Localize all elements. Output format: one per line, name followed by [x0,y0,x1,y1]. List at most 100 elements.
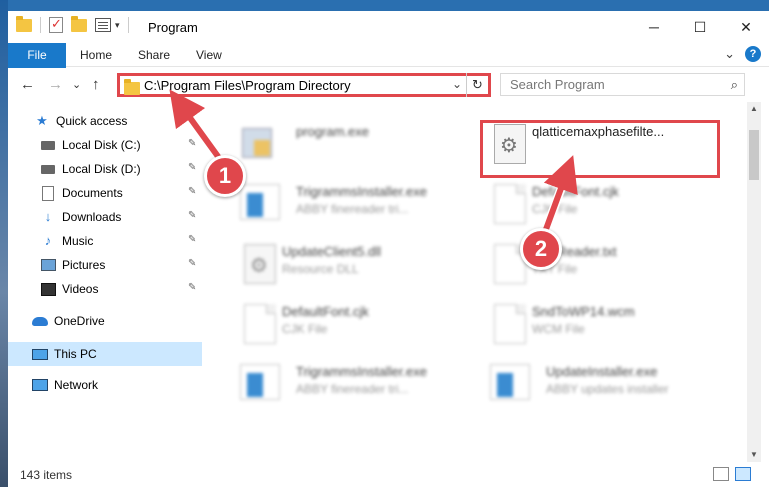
up-arrow-icon[interactable]: ↑ [92,76,100,93]
window-title: Program [148,20,198,35]
tab-home[interactable]: Home [68,43,124,67]
search-box[interactable]: ⌕ [500,73,745,96]
file-item[interactable]: UpdateInstaller.exe ABBY updates install… [480,358,720,414]
address-dropdown-chevron-icon[interactable]: ⌄ [452,77,462,91]
maximize-button[interactable]: ☐ [677,11,723,43]
properties-icon[interactable] [95,18,111,32]
file-item[interactable]: SndToWP14.wcm WCM File [480,298,720,354]
file-name: UpdateInstaller.exe [546,364,658,379]
file-description: WCM File [532,322,585,336]
file-name: DefaultFont.cjk [282,304,369,319]
scroll-down-icon[interactable]: ▼ [747,448,761,462]
drive-icon [40,137,56,153]
sidebar-item-label: Music [62,234,94,248]
sidebar-item-music[interactable]: ♪ Music [40,230,200,252]
installer-icon [490,364,530,408]
expand-ribbon-icon[interactable]: ⌄ [724,46,735,62]
navigation-pane: ★ Quick access Local Disk (C:) ✎ Local D… [8,102,202,462]
item-count: 143 items [20,468,73,482]
file-item[interactable]: TrigrammsInstaller.exe ABBY finereader t… [230,178,470,234]
address-bar[interactable]: C:\Program Files\Program Directory ⌄ ↻ [117,73,491,97]
file-description: CJK File [282,322,328,336]
large-icons-view-icon[interactable] [735,467,751,481]
sidebar-item-local-disk-c[interactable]: Local Disk (C:) [40,134,200,156]
minimize-button[interactable]: ─ [631,11,677,43]
sidebar-item-pictures[interactable]: Pictures [40,254,200,276]
details-view-icon[interactable] [713,467,729,481]
recent-locations-chevron-icon[interactable]: ⌄ [72,78,81,91]
ribbon-right-controls: ⌄ ? [724,46,761,62]
sidebar-item-label: Downloads [62,210,122,224]
sidebar-item-label: Quick access [56,114,128,128]
new-folder-icon[interactable] [71,15,87,32]
sidebar-item-downloads[interactable]: ↓ Downloads [40,206,200,228]
desktop-background-top [0,0,769,11]
sidebar-item-label: Local Disk (D:) [62,162,141,176]
address-path[interactable]: C:\Program Files\Program Directory [144,78,351,93]
search-icon[interactable]: ⌕ [731,77,738,93]
pin-icon: ✎ [188,210,197,221]
tab-view[interactable]: View [184,43,234,67]
pin-icon: ✎ [188,162,197,173]
tab-share[interactable]: Share [126,43,182,67]
status-bar: 143 items [8,462,769,487]
file-description: ABBY finereader tri... [296,382,409,396]
sidebar-item-videos[interactable]: Videos [40,278,200,300]
file-item[interactable]: DefaultFont.cjk CJK File [480,178,720,234]
documents-icon [40,185,56,201]
file-item[interactable]: UpdateClient5.dll Resource DLL [230,238,470,294]
toolbar-divider [127,17,129,33]
ribbon-tabs: File Home Share View ⌄ ? [8,43,769,99]
sidebar-item-quick-access[interactable]: ★ Quick access [34,110,194,132]
sidebar-item-label: Videos [62,282,99,296]
file-name: TrigrammsInstaller.exe [296,184,427,199]
file-item[interactable]: TrigrammsInstaller.exe ABBY finereader t… [230,358,470,414]
exe-icon [240,124,280,168]
downloads-icon: ↓ [44,209,52,224]
address-row: ← → ⌄ ↑ C:\Program Files\Program Directo… [8,68,769,102]
scroll-thumb[interactable] [749,130,759,180]
network-icon [32,377,48,393]
refresh-icon[interactable]: ↻ [466,73,488,97]
customize-toolbar-dropdown-icon[interactable]: ▾ [115,20,120,31]
forward-arrow-icon[interactable]: → [48,76,63,93]
view-toggle [713,467,751,481]
highlight-box [480,120,720,178]
callout-2: 2 [520,228,562,270]
file-item[interactable]: program.exe [230,118,470,174]
quick-access-toolbar: ▾ [16,15,133,33]
toolbar-divider [40,17,41,33]
back-arrow-icon[interactable]: ← [20,76,35,93]
file-name: SndToWP14.wcm [532,304,635,319]
page-icon [490,184,530,228]
sidebar-item-label: This PC [54,347,97,361]
sidebar-item-documents[interactable]: Documents [40,182,200,204]
file-list: program.exe qlatticemaxphasefilte... Tri… [210,102,747,462]
sidebar-item-label: Documents [62,186,123,200]
sidebar-item-network[interactable]: Network [32,374,194,396]
callout-1: 1 [204,155,246,197]
installer-icon [240,364,280,408]
sidebar-item-onedrive[interactable]: OneDrive [32,310,194,332]
pin-icon: ✎ [188,138,197,149]
file-name: TrigrammsInstaller.exe [296,364,427,379]
music-icon: ♪ [44,233,52,248]
scroll-up-icon[interactable]: ▲ [747,102,761,116]
file-item[interactable]: FineReader.txt TXT File [480,238,720,294]
vertical-scrollbar[interactable]: ▲ ▼ [747,102,761,462]
star-icon: ★ [36,113,48,128]
pin-icon: ✎ [188,258,197,269]
sidebar-item-this-pc[interactable]: This PC [8,342,202,366]
file-item[interactable]: DefaultFont.cjk CJK File [230,298,470,354]
help-icon[interactable]: ? [745,46,761,62]
sidebar-item-label: Network [54,378,99,392]
file-explorer-window: ▾ Program ─ ☐ ✕ File Home Share View ⌄ ?… [8,11,769,487]
close-button[interactable]: ✕ [723,11,769,43]
pin-icon: ✎ [188,234,197,245]
file-description: ABBY finereader tri... [296,202,409,216]
sidebar-item-local-disk-d[interactable]: Local Disk (D:) [40,158,200,180]
search-input[interactable] [501,74,721,95]
file-description: CJK File [532,202,578,216]
pin-icon: ✎ [188,186,197,197]
properties-check-icon[interactable] [49,16,63,33]
